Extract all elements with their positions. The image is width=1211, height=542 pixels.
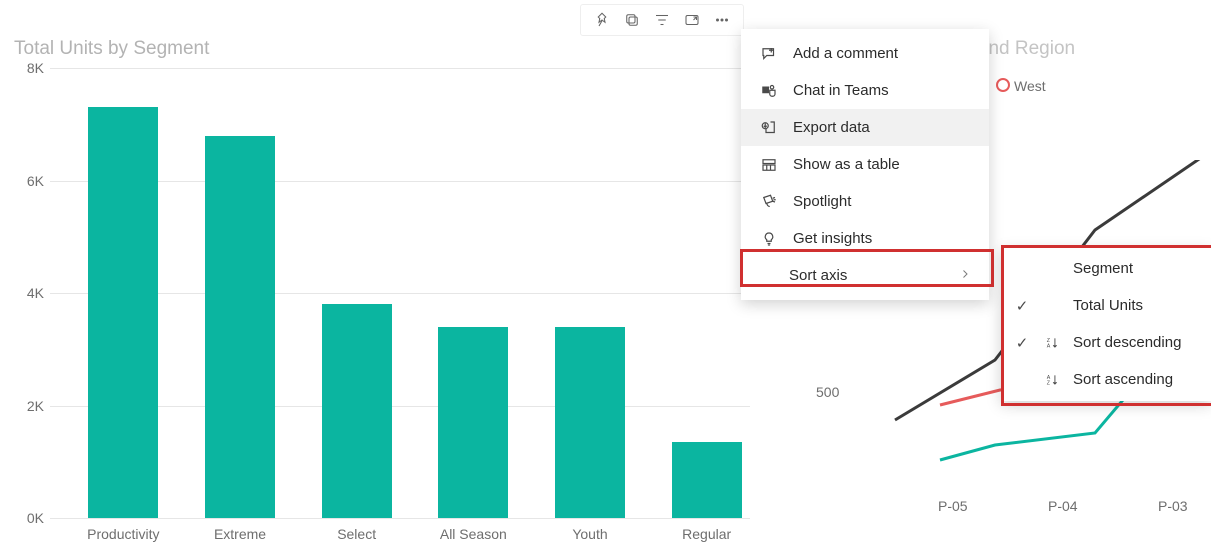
ytick-label: 0K	[14, 510, 44, 526]
ytick-label: 8K	[14, 60, 44, 76]
sort-descending[interactable]: ✓ ZA Sort descending	[1001, 324, 1211, 361]
spotlight-icon	[759, 192, 779, 212]
svg-text:A: A	[1047, 343, 1051, 349]
menu-chat-teams[interactable]: T Chat in Teams	[741, 72, 989, 109]
export-icon	[759, 118, 779, 138]
legend-item-west[interactable]: West	[996, 78, 1046, 94]
menu-get-insights[interactable]: Get insights	[741, 220, 989, 257]
bar-chart-plot: ProductivityExtremeSelectAll SeasonYouth…	[50, 68, 750, 518]
xlabel: Regular	[652, 526, 762, 542]
sort-by-segment[interactable]: Segment	[1001, 250, 1211, 287]
more-icon[interactable]	[707, 9, 737, 31]
focus-icon[interactable]	[677, 9, 707, 31]
bar-youth[interactable]	[555, 327, 625, 518]
sort-desc-icon: ZA	[1043, 336, 1061, 350]
bar-select[interactable]	[322, 304, 392, 518]
comment-icon	[759, 44, 779, 64]
bar-productivity[interactable]	[88, 107, 158, 518]
bar-chart-visual: Total Units by Segment 0K 2K 4K 6K 8K Produc…	[0, 0, 770, 540]
line-xlabel: P-05	[938, 498, 968, 514]
xlabel: All Season	[418, 526, 528, 542]
xlabel: Youth	[535, 526, 645, 542]
teams-icon: T	[759, 81, 779, 101]
xlabel: Select	[302, 526, 412, 542]
filter-icon[interactable]	[647, 9, 677, 31]
line-chart-ytick: 500	[816, 384, 839, 400]
visual-header	[580, 4, 744, 36]
line-xlabel: P-03	[1158, 498, 1188, 514]
visual-context-menu: Add a comment T Chat in Teams Export dat…	[741, 29, 989, 300]
menu-export-data[interactable]: Export data	[741, 109, 989, 146]
table-icon	[759, 155, 779, 175]
bar-regular[interactable]	[672, 442, 742, 518]
ytick-label: 6K	[14, 173, 44, 189]
bar-chart-title: Total Units by Segment	[14, 38, 209, 60]
menu-spotlight[interactable]: Spotlight	[741, 183, 989, 220]
menu-add-comment[interactable]: Add a comment	[741, 35, 989, 72]
sort-asc-icon: AZ	[1043, 373, 1061, 387]
copy-icon[interactable]	[617, 9, 647, 31]
checkmark-icon: ✓	[1013, 297, 1031, 315]
bar-chart-yaxis: 0K2K4K6K8K	[14, 68, 48, 518]
menu-sort-axis[interactable]: Sort axis	[741, 257, 989, 294]
xlabel: Extreme	[185, 526, 295, 542]
sort-ascending[interactable]: AZ Sort ascending	[1001, 361, 1211, 398]
bar-extreme[interactable]	[205, 136, 275, 519]
svg-text:A: A	[1047, 374, 1051, 380]
ytick-label: 4K	[14, 285, 44, 301]
checkmark-icon: ✓	[1013, 334, 1031, 352]
svg-text:T: T	[764, 87, 768, 93]
lightbulb-icon	[759, 229, 779, 249]
line-xlabel: P-04	[1048, 498, 1078, 514]
bar-all-season[interactable]	[438, 327, 508, 518]
sort-axis-submenu: Segment ✓Total Units ✓ ZA Sort descendin…	[1001, 247, 1211, 401]
svg-text:Z: Z	[1047, 337, 1051, 343]
sort-by-total-units[interactable]: ✓Total Units	[1001, 287, 1211, 324]
pin-icon[interactable]	[587, 9, 617, 31]
gridline	[50, 68, 750, 69]
gridline	[50, 518, 750, 519]
svg-text:Z: Z	[1047, 380, 1051, 386]
chevron-right-icon	[959, 267, 971, 284]
xlabel: Productivity	[68, 526, 178, 542]
menu-show-table[interactable]: Show as a table	[741, 146, 989, 183]
ytick-label: 2K	[14, 398, 44, 414]
